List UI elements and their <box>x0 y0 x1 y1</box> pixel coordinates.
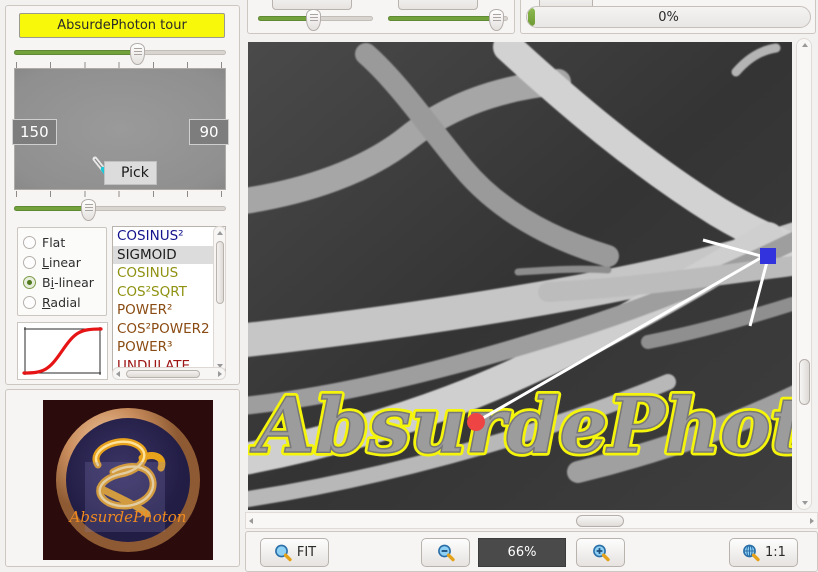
curve-preview <box>17 322 108 380</box>
function-list-hscrollbar[interactable] <box>112 367 226 380</box>
bottom-gradient-slider[interactable] <box>14 198 226 221</box>
fit-button[interactable]: FIT <box>260 538 329 567</box>
image-content: AbsurdePhoton AbsurdePhoton <box>248 42 792 510</box>
canvas-vscrollbar[interactable] <box>796 38 812 510</box>
left-control-panel: AbsurdePhoton tour 150 90 Pick Flat Line… <box>0 0 245 572</box>
end-point-marker <box>760 248 776 264</box>
svg-text:AbsurdePhoton: AbsurdePhoton <box>68 508 187 526</box>
zoom-out-button[interactable] <box>421 538 470 567</box>
image-canvas[interactable]: AbsurdePhoton AbsurdePhoton <box>248 42 792 510</box>
radio-linear[interactable]: Linear <box>23 252 106 272</box>
list-item[interactable]: POWER³ <box>113 338 225 357</box>
slider-knob[interactable] <box>489 9 504 31</box>
scroll-up-icon[interactable] <box>802 43 808 47</box>
bottom-tick-marks <box>16 191 225 197</box>
scroll-right-icon[interactable] <box>810 518 814 524</box>
sigmoid-curve-icon <box>22 327 103 375</box>
one-to-one-button[interactable]: 1:1 <box>729 538 798 567</box>
one-to-one-label: 1:1 <box>765 545 786 560</box>
scrollbar-thumb[interactable] <box>126 369 200 378</box>
top-slider-b[interactable] <box>388 8 508 31</box>
top-gradient-slider[interactable] <box>14 42 226 65</box>
scroll-up-icon[interactable] <box>217 231 223 235</box>
scroll-right-icon[interactable] <box>218 371 222 377</box>
radio-flat[interactable]: Flat <box>23 232 106 252</box>
list-item[interactable]: COS²SQRT <box>113 283 225 302</box>
canvas-area: AbsurdePhoton AbsurdePhoton <box>245 38 818 510</box>
interpolation-radio-group: Flat Linear Bi-linear Radial <box>17 227 107 316</box>
magnifier-minus-icon <box>437 544 455 561</box>
tour-button[interactable]: AbsurdePhoton tour <box>19 13 225 38</box>
scrollbar-thumb[interactable] <box>576 515 624 527</box>
top-bar: 0% <box>245 0 818 36</box>
application-window: AbsurdePhoton tour 150 90 Pick Flat Line… <box>0 0 818 572</box>
pick-button[interactable]: Pick <box>104 161 157 185</box>
start-point-marker <box>467 413 485 431</box>
scrollbar-thumb[interactable] <box>215 241 224 304</box>
radio-label: Flat <box>42 234 66 250</box>
canvas-hscrollbar[interactable] <box>245 512 818 529</box>
fit-label: FIT <box>296 545 317 560</box>
progress-bar: 0% <box>526 6 811 28</box>
radio-indicator <box>23 255 36 269</box>
radio-radial[interactable]: Radial <box>23 292 106 312</box>
scroll-left-icon[interactable] <box>116 371 120 377</box>
scroll-down-icon[interactable] <box>802 501 808 505</box>
logo-image: AbsurdePhoton <box>43 400 213 560</box>
slider-fill <box>14 50 137 55</box>
progress-label: 0% <box>658 9 679 25</box>
progress-group: 0% <box>520 0 816 34</box>
zoom-level-display[interactable]: 66% <box>478 538 566 567</box>
list-item[interactable]: COSINUS <box>113 264 225 283</box>
top-sliders-group <box>247 0 515 34</box>
scrollbar-thumb[interactable] <box>799 359 810 405</box>
slider-fill <box>258 16 314 21</box>
radio-indicator <box>23 275 36 289</box>
list-item[interactable]: SIGMOID <box>113 245 225 264</box>
list-item[interactable]: COS²POWER2 <box>113 320 225 339</box>
radio-label: Radial <box>42 294 81 310</box>
radio-label: Bi-linear <box>42 274 94 290</box>
slider-fill <box>14 206 89 211</box>
scroll-left-icon[interactable] <box>249 518 253 524</box>
radio-bi-linear[interactable]: Bi-linear <box>23 272 106 292</box>
magnifier-globe-icon <box>743 544 760 561</box>
radio-label: Linear <box>42 254 81 270</box>
function-list-vscrollbar[interactable] <box>213 226 226 373</box>
radio-indicator <box>23 235 36 249</box>
top-slider-a[interactable] <box>258 8 373 31</box>
logo-group: AbsurdePhoton <box>5 389 240 567</box>
list-item[interactable]: COSINUS² <box>113 227 225 246</box>
magnifier-plus-icon <box>592 544 610 561</box>
absurdephoton-logo-icon: AbsurdePhoton <box>43 400 213 560</box>
gradient-right-value[interactable]: 90 <box>189 119 229 145</box>
gradient-left-value[interactable]: 150 <box>12 119 57 145</box>
list-item[interactable]: POWER² <box>113 301 225 320</box>
zoom-in-button[interactable] <box>576 538 625 567</box>
slider-fill <box>388 16 496 21</box>
zoom-toolbar: FIT 66% 1:1 <box>245 531 818 572</box>
magnifier-icon <box>274 544 292 561</box>
slider-knob[interactable] <box>81 199 97 221</box>
function-list[interactable]: COSINUS² SIGMOID COSINUS COS²SQRT POWER² COS²… <box>112 226 226 373</box>
radio-indicator <box>23 295 36 309</box>
slider-knob[interactable] <box>306 9 322 31</box>
